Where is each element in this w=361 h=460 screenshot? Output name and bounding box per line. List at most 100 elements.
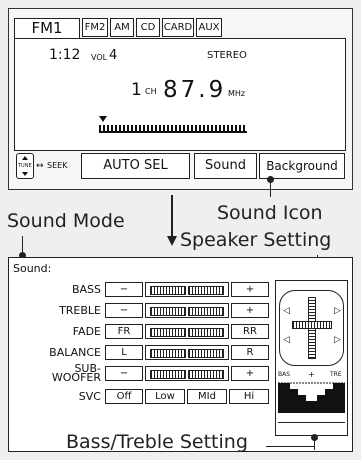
sound-row-left-button[interactable]: − — [105, 282, 143, 297]
sound-row-label: FADE — [72, 325, 101, 338]
sound-row-label: BALANCE — [49, 346, 101, 359]
sound-row-label-line2: WOOFER — [51, 371, 101, 384]
sound-row-slider[interactable] — [145, 345, 229, 360]
sound-row-slider[interactable] — [145, 303, 229, 318]
sound-mode-callout: Sound Mode — [7, 210, 125, 232]
speaker-rear-right-icon: ▷ — [334, 335, 341, 345]
svc-option-hi[interactable]: Hi — [229, 389, 269, 404]
sound-row-slider[interactable] — [145, 366, 229, 381]
slider-left-bar — [150, 370, 186, 379]
tab-cd-label: CD — [140, 22, 156, 33]
tab-am-label: AM — [114, 22, 130, 33]
sound-row-label: TREBLE — [59, 304, 101, 317]
bass-treble-leader-dot — [311, 434, 318, 441]
tune-label: TUNE — [18, 163, 32, 169]
sound-rows: BASS − + TREBLE − + FADE FR RR BALANCE L R SUB- WOOFE… — [9, 281, 271, 431]
tune-up-icon — [22, 156, 28, 160]
tab-fm2[interactable]: FM2 — [82, 18, 108, 37]
sound-row-right-button[interactable]: + — [231, 282, 269, 297]
sound-row-label: SUB- WOOFER — [9, 363, 101, 384]
sound-row-0: BASS − + — [9, 281, 271, 298]
bass-treble-horizontal-leader — [266, 446, 314, 447]
sound-row-2: FADE FR RR — [9, 323, 271, 340]
stereo-indicator: STEREO — [207, 50, 247, 61]
tab-card-label: CARD — [163, 22, 193, 33]
sound-row-svc: SVC Off Low MId Hi — [9, 388, 271, 405]
tuning-scale-base — [99, 131, 247, 133]
eq-tre-label: TRE — [330, 371, 342, 378]
down-arrow-shaft — [171, 195, 173, 239]
tab-card[interactable]: CARD — [162, 18, 194, 37]
frequency-value: 87.9 — [163, 77, 227, 103]
sound-row-4: SUB- WOOFER − + — [9, 363, 271, 384]
vol-label: VOL — [91, 53, 108, 62]
slider-right-bar — [188, 328, 224, 337]
svc-option-mid[interactable]: MId — [187, 389, 227, 404]
sound-row-3: BALANCE L R — [9, 344, 271, 361]
sound-button[interactable]: Sound — [194, 153, 257, 179]
channel-label: CH — [145, 87, 157, 96]
svc-option-off[interactable]: Off — [105, 389, 143, 404]
seek-arrow-icon: ↔ — [36, 161, 44, 171]
frequency-unit: MHz — [228, 89, 246, 98]
sound-row-left-button[interactable]: L — [105, 345, 143, 360]
sound-row-slider[interactable] — [145, 282, 229, 297]
sound-button-label: Sound — [205, 158, 246, 173]
tab-fm1-label: FM1 — [31, 19, 63, 37]
sound-row-right-button[interactable]: R — [231, 345, 269, 360]
vol-value: 4 — [109, 48, 118, 63]
speaker-fade-bar — [292, 321, 332, 329]
svc-label: SVC — [78, 390, 101, 403]
sound-row-label: BASS — [71, 283, 101, 296]
speaker-eq-box: ◁ ▷ ◁ ▷ BAS + TRE — [275, 280, 348, 436]
slider-left-bar — [150, 286, 186, 295]
sound-icon-callout: Sound Icon — [217, 202, 323, 224]
sound-row-slider[interactable] — [145, 324, 229, 339]
tune-button[interactable]: TUNE — [16, 153, 34, 179]
sound-title: Sound: — [13, 262, 52, 275]
eq-plus-label: + — [308, 370, 315, 379]
slider-right-bar — [188, 370, 224, 379]
eq-divider-line — [278, 422, 345, 423]
sound-icon-leader-dot — [267, 176, 274, 183]
sound-row-left-button[interactable]: − — [105, 303, 143, 318]
tab-fm1[interactable]: FM1 — [14, 18, 80, 38]
slider-right-bar — [188, 307, 224, 316]
speaker-front-right-icon: ▷ — [334, 306, 341, 316]
sound-row-left-button[interactable]: − — [105, 366, 143, 381]
background-button-label: Background — [266, 159, 338, 173]
svc-option-low[interactable]: Low — [145, 389, 185, 404]
down-arrow-icon — [167, 236, 177, 246]
channel-number: 1 — [131, 80, 142, 100]
bass-treble-callout: Bass/Treble Setting — [66, 431, 248, 453]
slider-left-bar — [150, 349, 186, 358]
sound-panel: Sound: BASS − + TREBLE − + FADE FR RR BALANCE L R SU… — [8, 257, 353, 452]
tab-fm2-label: FM2 — [84, 22, 106, 33]
sound-row-right-button[interactable]: RR — [231, 324, 269, 339]
speaker-setting-callout: Speaker Setting — [180, 229, 332, 251]
eq-bas-label: BAS — [278, 371, 291, 378]
tab-aux-label: AUX — [198, 22, 220, 33]
slider-right-bar — [188, 349, 224, 358]
bass-treble-eq-graphic — [278, 382, 345, 413]
tab-aux[interactable]: AUX — [196, 18, 222, 37]
speaker-setting-area: ◁ ▷ ◁ ▷ — [279, 290, 344, 366]
speaker-rear-left-icon: ◁ — [283, 335, 290, 345]
auto-sel-button[interactable]: AUTO SEL — [81, 153, 190, 179]
speaker-front-left-icon: ◁ — [283, 306, 290, 316]
tab-cd[interactable]: CD — [136, 18, 160, 37]
lcd-display: 1:12 VOL 4 STEREO 1 CH 87.9 MHz — [14, 38, 346, 151]
slider-left-bar — [150, 328, 186, 337]
auto-sel-label: AUTO SEL — [103, 158, 168, 173]
tuning-pointer-icon — [99, 116, 107, 122]
sound-row-right-button[interactable]: + — [231, 303, 269, 318]
slider-left-bar — [150, 307, 186, 316]
tune-down-icon — [22, 172, 28, 176]
sound-row-left-button[interactable]: FR — [105, 324, 143, 339]
sound-row-right-button[interactable]: + — [231, 366, 269, 381]
background-button[interactable]: Background — [259, 153, 345, 179]
sound-row-1: TREBLE − + — [9, 302, 271, 319]
control-row: TUNE ↔ SEEK AUTO SEL Sound Background — [14, 153, 346, 181]
tab-am[interactable]: AM — [110, 18, 134, 37]
seek-label: SEEK — [47, 161, 68, 170]
